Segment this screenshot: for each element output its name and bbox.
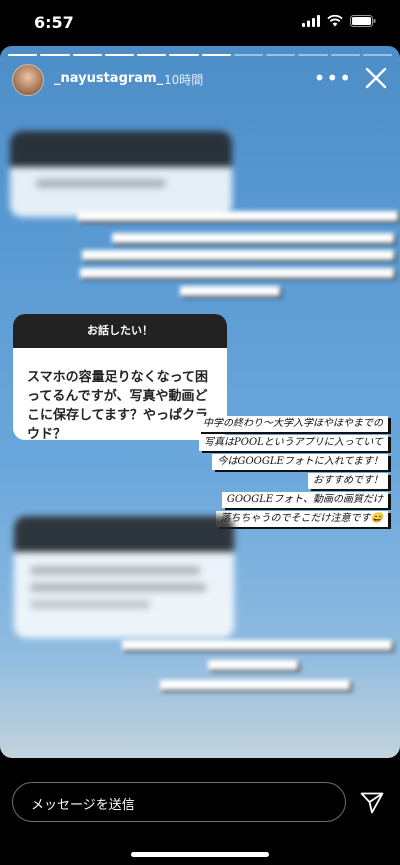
answer-line: おすすめです！ [308,473,388,489]
username[interactable]: _nayustagram_ [54,71,163,86]
answer-line: 中学の終わり〜大学入学ほやほやまでの [198,416,388,432]
story-progress [8,54,392,56]
blurred-question-card-top [10,131,232,217]
progress-segment [72,54,102,56]
send-icon[interactable] [360,792,384,814]
avatar[interactable] [12,64,44,96]
story-viewer[interactable]: _nayustagram_ 10時間 ••• お話したい！ スマホの容量足りなく… [0,46,400,758]
home-indicator [131,852,269,857]
message-input[interactable]: メッセージを送信 [12,782,346,822]
wifi-icon [327,15,343,27]
signal-icon [302,15,320,27]
status-bar: 6:57 [0,0,400,46]
progress-segment [8,54,38,56]
answer-line: GOOGLEフォト、動画の画質だけ [221,492,388,508]
progress-segment [233,54,263,56]
progress-segment [104,54,134,56]
bottom-bar: メッセージを送信 [0,758,400,865]
message-placeholder: メッセージを送信 [31,798,135,813]
story-header: _nayustagram_ 10時間 ••• [0,62,400,102]
progress-segment [362,54,392,56]
question-card-header: お話したい！ [13,314,227,348]
answer-text: 中学の終わり〜大学入学ほやほやまでの 写真はPOOLというアプリに入っていて 今… [128,416,388,530]
answer-line: 今はGOOGLEフォトに入れてます！ [212,454,388,470]
post-time: 10時間 [164,73,204,87]
blurred-question-card-bottom [14,516,234,638]
battery-icon [350,15,376,27]
progress-segment [201,54,231,56]
progress-segment [298,54,328,56]
more-options-icon[interactable]: ••• [314,66,352,90]
status-icons [302,15,376,27]
progress-segment [266,54,296,56]
answer-line: 写真はPOOLというアプリに入っていて [199,435,388,451]
close-icon[interactable] [360,62,392,94]
status-time: 6:57 [34,13,74,32]
progress-segment [330,54,360,56]
progress-segment [169,54,199,56]
progress-segment [137,54,167,56]
progress-segment [40,54,70,56]
answer-line: 落ちちゃうのでそこだけ注意です😄 [215,511,388,527]
